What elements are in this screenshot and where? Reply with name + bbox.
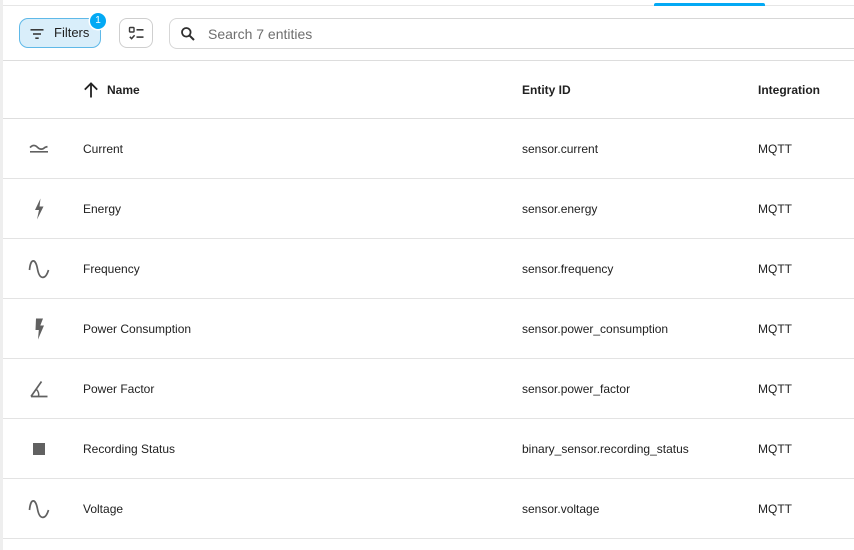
table-header: Name Entity ID Integration <box>3 61 854 119</box>
filter-icon <box>29 26 45 42</box>
row-entity-id: sensor.energy <box>522 202 598 216</box>
sort-ascending-arrow-icon[interactable] <box>82 81 100 99</box>
row-integration: MQTT <box>758 142 792 156</box>
table-row[interactable]: Power Consumption sensor.power_consumpti… <box>3 299 854 359</box>
row-entity-id: sensor.current <box>522 142 599 156</box>
table-body: Current sensor.current MQTT Energy senso… <box>3 119 854 539</box>
row-name: Frequency <box>83 262 140 276</box>
row-integration: MQTT <box>758 502 792 516</box>
table-row[interactable]: Power Factor sensor.power_factor MQTT <box>3 359 854 419</box>
row-integration: MQTT <box>758 382 792 396</box>
row-name: Voltage <box>83 502 124 516</box>
lightning-bolt-icon <box>27 197 51 221</box>
row-name: Power Consumption <box>83 322 192 336</box>
table-row[interactable]: Frequency sensor.frequency MQTT <box>3 239 854 299</box>
filters-count-badge: 1 <box>90 13 106 29</box>
selection-mode-button[interactable] <box>119 18 153 48</box>
row-entity-id: sensor.frequency <box>522 262 614 276</box>
table-row[interactable]: Recording Status binary_sensor.recording… <box>3 419 854 479</box>
entities-page: Filters 1 Search 7 entities Name Entity … <box>0 0 854 550</box>
sine-wave-icon <box>27 497 51 521</box>
filters-button[interactable]: Filters <box>19 18 101 48</box>
row-integration: MQTT <box>758 262 792 276</box>
column-header-entity-id[interactable]: Entity ID <box>522 83 571 97</box>
column-header-integration[interactable]: Integration <box>758 83 820 97</box>
sine-wave-icon <box>27 257 51 281</box>
angle-acute-icon <box>27 377 51 401</box>
current-ac-icon <box>27 137 51 161</box>
search-icon <box>180 26 196 42</box>
row-entity-id: sensor.voltage <box>522 502 600 516</box>
table-row[interactable]: Voltage sensor.voltage MQTT <box>3 479 854 539</box>
row-name: Power Factor <box>83 382 155 396</box>
row-entity-id: sensor.power_factor <box>522 382 631 396</box>
checklist-icon <box>128 25 145 42</box>
row-integration: MQTT <box>758 442 792 456</box>
table-row[interactable]: Current sensor.current MQTT <box>3 119 854 179</box>
column-header-name[interactable]: Name <box>107 83 140 97</box>
row-entity-id: sensor.power_consumption <box>522 322 669 336</box>
row-name: Current <box>83 142 124 156</box>
row-integration: MQTT <box>758 322 792 336</box>
row-name: Recording Status <box>83 442 176 456</box>
table-row[interactable]: Energy sensor.energy MQTT <box>3 179 854 239</box>
flash-icon <box>27 317 51 341</box>
row-name: Energy <box>83 202 122 216</box>
search-input[interactable] <box>208 23 708 45</box>
filters-label: Filters <box>54 25 90 40</box>
search-field <box>169 18 854 49</box>
row-entity-id: binary_sensor.recording_status <box>522 442 689 456</box>
row-integration: MQTT <box>758 202 792 216</box>
table-toolbar: Filters 1 <box>3 6 854 61</box>
stop-square-icon <box>27 437 51 461</box>
